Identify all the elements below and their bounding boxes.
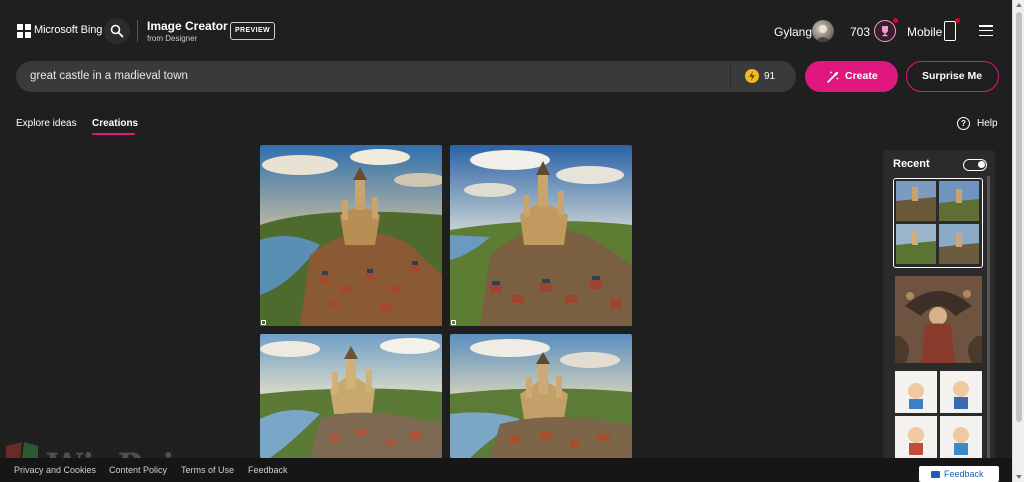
bing-brand-link[interactable]: Microsoft Bing	[34, 24, 102, 36]
top-header: Microsoft Bing Image Creator from Design…	[0, 0, 1012, 62]
recent-item-castle-set[interactable]	[893, 178, 983, 268]
generated-image-4[interactable]	[450, 334, 632, 458]
footer-privacy-link[interactable]: Privacy and Cookies	[14, 465, 96, 475]
scroll-down-arrow-icon[interactable]	[1016, 475, 1022, 479]
avatar[interactable]	[812, 20, 834, 42]
boost-count: 91	[764, 71, 776, 82]
window-scroll-thumb[interactable]	[1016, 12, 1022, 422]
header-divider	[137, 20, 138, 42]
recent-item-warrior[interactable]	[895, 276, 982, 363]
surprise-me-label: Surprise Me	[921, 70, 983, 82]
search-button[interactable]	[104, 18, 130, 44]
magic-brush-icon	[827, 71, 839, 83]
boost-icon[interactable]	[745, 69, 759, 83]
recent-title: Recent	[893, 158, 930, 170]
create-label: Create	[845, 70, 878, 82]
tab-explore-ideas[interactable]: Explore ideas	[16, 118, 77, 129]
preview-badge: PREVIEW	[230, 22, 275, 40]
recent-item-cartoon-set[interactable]	[895, 371, 982, 460]
prompt-input[interactable]: great castle in a madieval town	[30, 70, 188, 82]
footer: Privacy and Cookies Content Policy Terms…	[0, 458, 1012, 482]
footer-feedback-link[interactable]: Feedback	[248, 465, 288, 475]
app-title[interactable]: Image Creator	[147, 19, 228, 33]
rewards-trophy-button[interactable]	[874, 20, 896, 42]
active-tab-indicator	[92, 133, 135, 135]
generated-image-3[interactable]	[260, 334, 442, 458]
hamburger-menu-icon[interactable]	[979, 25, 993, 37]
window-scrollbar[interactable]	[1012, 0, 1024, 482]
rewards-notification-dot	[893, 18, 898, 23]
recent-scrollbar[interactable]	[987, 176, 990, 460]
recent-panel: Recent	[883, 150, 995, 460]
app-subtitle: from Designer	[147, 34, 198, 43]
generated-image-2[interactable]	[450, 145, 632, 326]
recent-toggle[interactable]	[963, 159, 987, 171]
rewards-points[interactable]: 703	[850, 25, 870, 39]
phone-icon[interactable]	[944, 21, 956, 41]
scroll-up-arrow-icon[interactable]	[1016, 3, 1022, 7]
image-badge-icon	[451, 320, 456, 325]
mobile-link[interactable]: Mobile	[907, 25, 942, 39]
prompt-divider	[730, 63, 731, 90]
prompt-input-box[interactable]: great castle in a madieval town 91	[16, 61, 796, 92]
microsoft-logo-icon[interactable]	[17, 24, 31, 38]
footer-content-policy-link[interactable]: Content Policy	[109, 465, 167, 475]
feedback-button[interactable]: Feedback	[919, 466, 999, 482]
help-icon[interactable]: ?	[957, 117, 970, 130]
image-badge-icon	[261, 320, 266, 325]
mobile-notification-dot	[955, 18, 960, 23]
generated-image-1[interactable]	[260, 145, 442, 326]
search-icon	[110, 24, 124, 38]
surprise-me-button[interactable]: Surprise Me	[906, 61, 999, 92]
footer-terms-link[interactable]: Terms of Use	[181, 465, 234, 475]
image-creator-app: Microsoft Bing Image Creator from Design…	[0, 0, 1012, 482]
username[interactable]: Gylang	[774, 25, 812, 39]
create-button[interactable]: Create	[805, 61, 898, 92]
help-link[interactable]: Help	[977, 118, 998, 129]
trophy-icon	[882, 26, 888, 37]
tab-creations[interactable]: Creations	[92, 118, 138, 129]
